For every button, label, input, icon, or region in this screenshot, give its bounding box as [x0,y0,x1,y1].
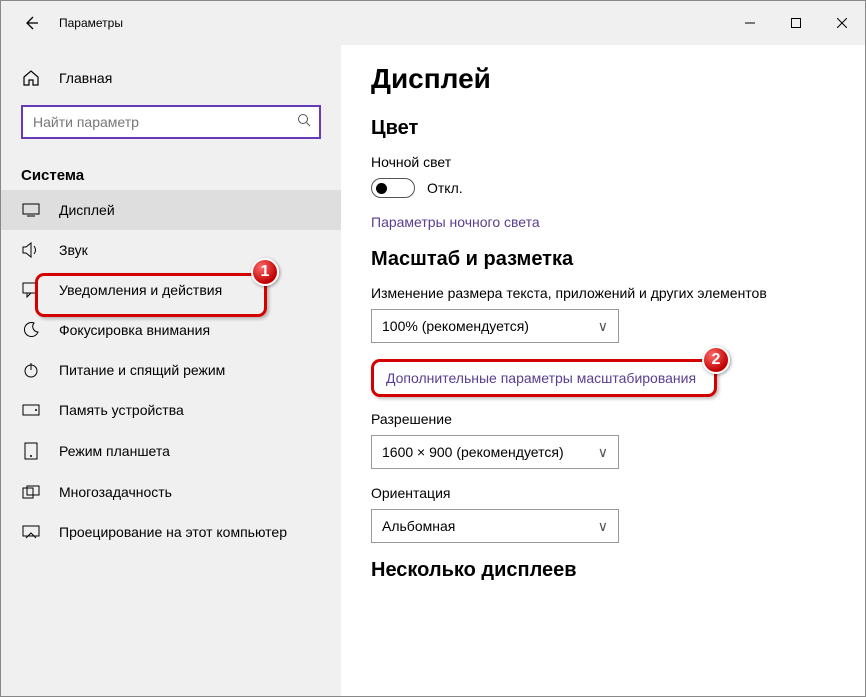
maximize-button[interactable] [773,7,819,39]
chevron-down-icon: ∨ [598,318,608,335]
sidebar-item-notifications[interactable]: Уведомления и действия [1,270,341,310]
home-label: Главная [59,70,112,86]
speaker-icon [21,242,41,258]
sidebar-item-label: Звук [59,242,88,258]
advanced-scaling-link[interactable]: Дополнительные параметры масштабирования [386,370,702,386]
section-scale: Масштаб и разметка [371,248,835,271]
moon-icon [21,322,41,338]
page-title: Дисплей [371,63,835,95]
tablet-icon [21,442,41,460]
close-button[interactable] [819,7,865,39]
minimize-button[interactable] [727,7,773,39]
power-icon [21,362,41,378]
sidebar-item-label: Фокусировка внимания [59,322,210,338]
chevron-down-icon: ∨ [598,444,608,461]
night-light-label: Ночной свет [371,154,835,170]
orientation-label: Ориентация [371,485,835,501]
section-color: Цвет [371,117,835,140]
notification-icon [21,282,41,298]
sidebar: Главная Система Дисплей Звук Уведомления… [1,45,341,696]
sidebar-item-storage[interactable]: Память устройства [1,390,341,430]
scale-value: 100% (рекомендуется) [382,318,529,334]
sidebar-item-focus[interactable]: Фокусировка внимания [1,310,341,350]
section-title: Система [1,155,341,190]
sidebar-item-projecting[interactable]: Проецирование на этот компьютер [1,512,341,552]
project-icon [21,525,41,539]
storage-icon [21,404,41,416]
sidebar-item-label: Память устройства [59,402,184,418]
sidebar-item-label: Режим планшета [59,443,170,459]
annotation-badge-1: 1 [251,258,279,286]
orientation-value: Альбомная [382,518,455,534]
sidebar-item-label: Проецирование на этот компьютер [59,524,287,540]
sidebar-item-display[interactable]: Дисплей [1,190,341,230]
window-title: Параметры [59,16,123,30]
resolution-select[interactable]: 1600 × 900 (рекомендуется) ∨ [371,435,619,469]
chevron-down-icon: ∨ [598,518,608,535]
window-controls [727,7,865,39]
titlebar: Параметры [1,1,865,45]
main-content: Дисплей Цвет Ночной свет Откл. Параметры… [341,45,865,696]
annotation-badge-2: 2 [702,346,730,374]
monitor-icon [21,203,41,217]
back-button[interactable] [17,15,45,31]
scale-label: Изменение размера текста, приложений и д… [371,285,835,301]
night-light-state: Откл. [427,180,463,196]
sidebar-item-label: Уведомления и действия [59,282,222,298]
sidebar-item-multitask[interactable]: Многозадачность [1,472,341,512]
sidebar-item-label: Многозадачность [59,484,172,500]
annotation-highlight-2: Дополнительные параметры масштабирования… [371,359,717,397]
orientation-select[interactable]: Альбомная ∨ [371,509,619,543]
scale-select[interactable]: 100% (рекомендуется) ∨ [371,309,619,343]
settings-window: Параметры Главная Система [0,0,866,697]
multitask-icon [21,485,41,499]
search-icon [297,113,311,127]
night-light-toggle[interactable] [371,178,415,198]
resolution-label: Разрешение [371,411,835,427]
night-light-settings-link[interactable]: Параметры ночного света [371,214,835,230]
arrow-left-icon [23,15,39,31]
sidebar-item-label: Дисплей [59,202,115,218]
sidebar-item-sound[interactable]: Звук [1,230,341,270]
resolution-value: 1600 × 900 (рекомендуется) [382,444,564,460]
section-multi-display: Несколько дисплеев [371,559,835,582]
search-input[interactable] [21,105,321,139]
sidebar-item-power[interactable]: Питание и спящий режим [1,350,341,390]
home-icon [21,69,41,87]
sidebar-item-label: Питание и спящий режим [59,362,225,378]
sidebar-item-tablet[interactable]: Режим планшета [1,430,341,472]
home-button[interactable]: Главная [1,59,341,97]
